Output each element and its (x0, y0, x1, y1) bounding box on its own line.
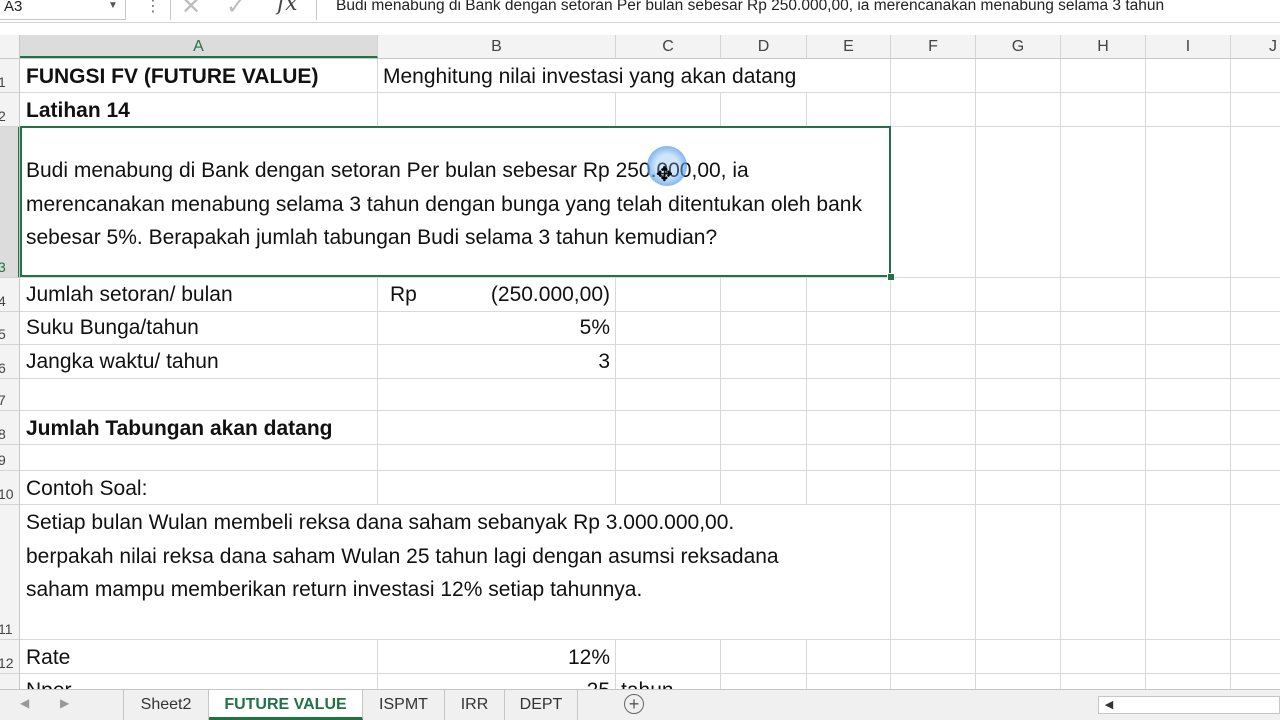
gridline (20, 344, 1280, 345)
tab-future-value[interactable]: FUTURE VALUE (209, 690, 363, 720)
column-header-f[interactable]: F (891, 35, 976, 58)
column-header-h[interactable]: H (1061, 35, 1146, 58)
gridline (975, 59, 976, 689)
column-header-g[interactable]: G (976, 35, 1061, 58)
row-header-6[interactable]: 6 (0, 345, 19, 379)
add-sheet-button[interactable]: + (624, 694, 644, 714)
move-cursor-icon: ✥ (656, 164, 673, 186)
column-header-d[interactable]: D (721, 35, 807, 58)
formula-bar-grip-icon: ⋮ (145, 0, 161, 15)
cell-b4-currency[interactable]: Rp (390, 283, 417, 307)
cell-b6[interactable]: 3 (440, 350, 610, 374)
tab-sheet2[interactable]: Sheet2 (123, 690, 209, 720)
cancel-icon[interactable]: ✕ (181, 0, 201, 21)
formula-bar-buttons: ✕ ✓ fx (170, 0, 317, 20)
enter-check-icon[interactable]: ✓ (226, 0, 246, 21)
cell-c13[interactable]: tahun (621, 679, 674, 689)
row-header-2[interactable]: 2 (0, 93, 19, 127)
gridline (20, 311, 1280, 312)
tab-scroll-left-icon[interactable]: ◀ (20, 696, 29, 710)
gridline (20, 444, 1280, 445)
column-header-i[interactable]: I (1146, 35, 1231, 58)
gridline (1230, 59, 1231, 689)
cell-b1[interactable]: Menghitung nilai investasi yang akan dat… (383, 65, 796, 89)
row-header-5[interactable]: 5 (0, 312, 19, 345)
cell-a6[interactable]: Jangka waktu/ tahun (26, 350, 219, 374)
cell-a10[interactable]: Contoh Soal: (26, 477, 147, 501)
cell-a12[interactable]: Rate (26, 646, 70, 670)
tab-scroll-right-icon[interactable]: ▶ (60, 696, 69, 710)
column-header-j[interactable]: J (1231, 35, 1280, 58)
gridline (1060, 59, 1061, 689)
active-cell-selection (20, 126, 891, 277)
row-header-7[interactable]: 7 (0, 379, 19, 411)
formula-bar: A3 ▼ ⋮ ✕ ✓ fx Budi menabung di Bank deng… (0, 0, 1280, 23)
cell-a4[interactable]: Jumlah setoran/ bulan (26, 283, 233, 307)
gridline (20, 470, 1280, 471)
column-header-b[interactable]: B (378, 35, 616, 58)
gridline (20, 639, 1280, 640)
insert-function-icon[interactable]: fx (277, 0, 298, 16)
row-header-1[interactable]: 1 (0, 59, 19, 93)
fill-handle[interactable] (887, 273, 895, 281)
gridline (20, 277, 1280, 278)
row-header-9[interactable]: 9 (0, 445, 19, 471)
sheet-tab-bar: ◀ ▶ Sheet2 FUTURE VALUE ISPMT IRR DEPT +… (0, 689, 1280, 720)
row-header-8[interactable]: 8 (0, 411, 19, 445)
cell-a1[interactable]: FUNGSI FV (FUTURE VALUE) (26, 65, 318, 89)
cell-b4[interactable]: (250.000,00) (440, 283, 610, 307)
tab-ispmt[interactable]: ISPMT (363, 690, 445, 720)
cell-a13[interactable]: Nper (26, 679, 72, 689)
gridline (1145, 59, 1146, 689)
tab-irr[interactable]: IRR (445, 690, 505, 720)
row-header-11[interactable]: 11 (0, 505, 19, 640)
column-header-e[interactable]: E (807, 35, 891, 58)
name-box-dropdown-icon[interactable]: ▼ (108, 0, 118, 11)
column-header-a[interactable]: A (20, 35, 378, 58)
row-header-3[interactable]: 3 (0, 127, 19, 278)
gridline (20, 673, 1280, 674)
column-header-c[interactable]: C (616, 35, 721, 58)
row-header-4[interactable]: 4 (0, 278, 19, 312)
column-headers: A B C D E F G H I J (20, 35, 1280, 59)
cell-b5[interactable]: 5% (440, 316, 610, 340)
gridline (20, 378, 1280, 379)
cell-a5[interactable]: Suku Bunga/tahun (26, 316, 199, 340)
formula-input[interactable]: Budi menabung di Bank dengan setoran Per… (322, 0, 1280, 20)
select-all-corner[interactable] (0, 35, 20, 59)
row-header-13[interactable]: 13 (0, 674, 19, 689)
tab-dept[interactable]: DEPT (505, 690, 578, 720)
worksheet-grid[interactable]: FUNGSI FV (FUTURE VALUE) Menghitung nila… (20, 59, 1280, 689)
scroll-left-arrow-icon[interactable]: ◀ (1098, 696, 1120, 714)
gridline (20, 410, 1280, 411)
cell-b12[interactable]: 12% (440, 646, 610, 670)
cell-a2[interactable]: Latihan 14 (26, 99, 130, 123)
cell-b13[interactable]: 25 (440, 679, 610, 689)
cell-a11[interactable]: Setiap bulan Wulan membeli reksa dana sa… (26, 506, 806, 607)
horizontal-scrollbar[interactable] (1098, 696, 1280, 714)
gridline (20, 92, 1280, 93)
cell-a8[interactable]: Jumlah Tabungan akan datang (26, 417, 333, 441)
row-headers: 1 2 3 4 5 6 7 8 9 10 11 12 13 (0, 59, 20, 689)
row-header-12[interactable]: 12 (0, 640, 19, 674)
row-header-10[interactable]: 10 (0, 471, 19, 505)
